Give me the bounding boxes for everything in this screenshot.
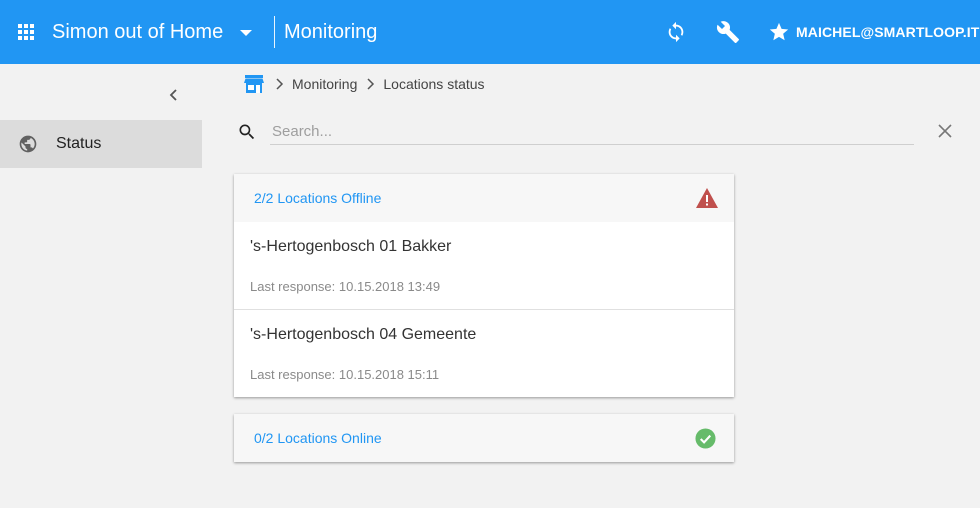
sidebar-item-status[interactable]: Status bbox=[0, 120, 202, 168]
apps-grid-icon[interactable] bbox=[18, 24, 34, 40]
warning-icon bbox=[696, 188, 718, 208]
online-locations-card: 0/2 Locations Online bbox=[234, 414, 734, 462]
user-email-label: MAICHEL@SMARTLOOP.IT bbox=[796, 24, 980, 40]
sidebar-item-label: Status bbox=[56, 135, 102, 152]
check-circle-icon bbox=[695, 428, 716, 449]
last-response: Last response: 10.15.2018 13:49 bbox=[250, 279, 441, 294]
close-icon[interactable] bbox=[937, 123, 953, 139]
app-bar: Simon out of Home Monitoring MAICHEL@SMA… bbox=[0, 0, 980, 64]
location-name: 's-Hertogenbosch 01 Bakker bbox=[250, 238, 452, 255]
store-icon[interactable] bbox=[244, 75, 264, 93]
offline-card-title: 2/2 Locations Offline bbox=[254, 190, 382, 206]
search-icon bbox=[239, 124, 255, 140]
offline-card-header[interactable]: 2/2 Locations Offline bbox=[234, 174, 734, 222]
dropdown-caret-icon[interactable] bbox=[240, 29, 252, 37]
online-card-header[interactable]: 0/2 Locations Online bbox=[234, 414, 734, 462]
section-title: Monitoring bbox=[284, 21, 378, 43]
breadcrumb-item-locations-status: Locations status bbox=[383, 76, 485, 92]
list-item[interactable]: 's-Hertogenbosch 04 Gemeente Last respon… bbox=[234, 309, 734, 397]
refresh-icon[interactable] bbox=[665, 21, 687, 43]
online-card-title: 0/2 Locations Online bbox=[254, 430, 382, 446]
star-icon bbox=[769, 22, 789, 41]
breadcrumb: Monitoring Locations status bbox=[244, 73, 485, 95]
user-account-button[interactable]: MAICHEL@SMARTLOOP.IT bbox=[768, 20, 979, 44]
chevron-left-icon[interactable] bbox=[166, 87, 182, 103]
app-title[interactable]: Simon out of Home bbox=[52, 21, 223, 43]
search-input[interactable] bbox=[270, 118, 914, 145]
globe-icon bbox=[19, 135, 37, 153]
breadcrumb-item-monitoring[interactable]: Monitoring bbox=[292, 76, 357, 92]
wrench-icon[interactable] bbox=[716, 20, 740, 44]
location-name: 's-Hertogenbosch 04 Gemeente bbox=[250, 326, 477, 343]
chevron-right-icon bbox=[367, 78, 375, 90]
appbar-divider bbox=[274, 16, 275, 48]
chevron-right-icon bbox=[276, 78, 284, 90]
list-item[interactable]: 's-Hertogenbosch 01 Bakker Last response… bbox=[234, 222, 734, 309]
last-response: Last response: 10.15.2018 15:11 bbox=[250, 367, 440, 382]
offline-locations-card: 2/2 Locations Offline 's-Hertogenbosch 0… bbox=[234, 174, 734, 397]
